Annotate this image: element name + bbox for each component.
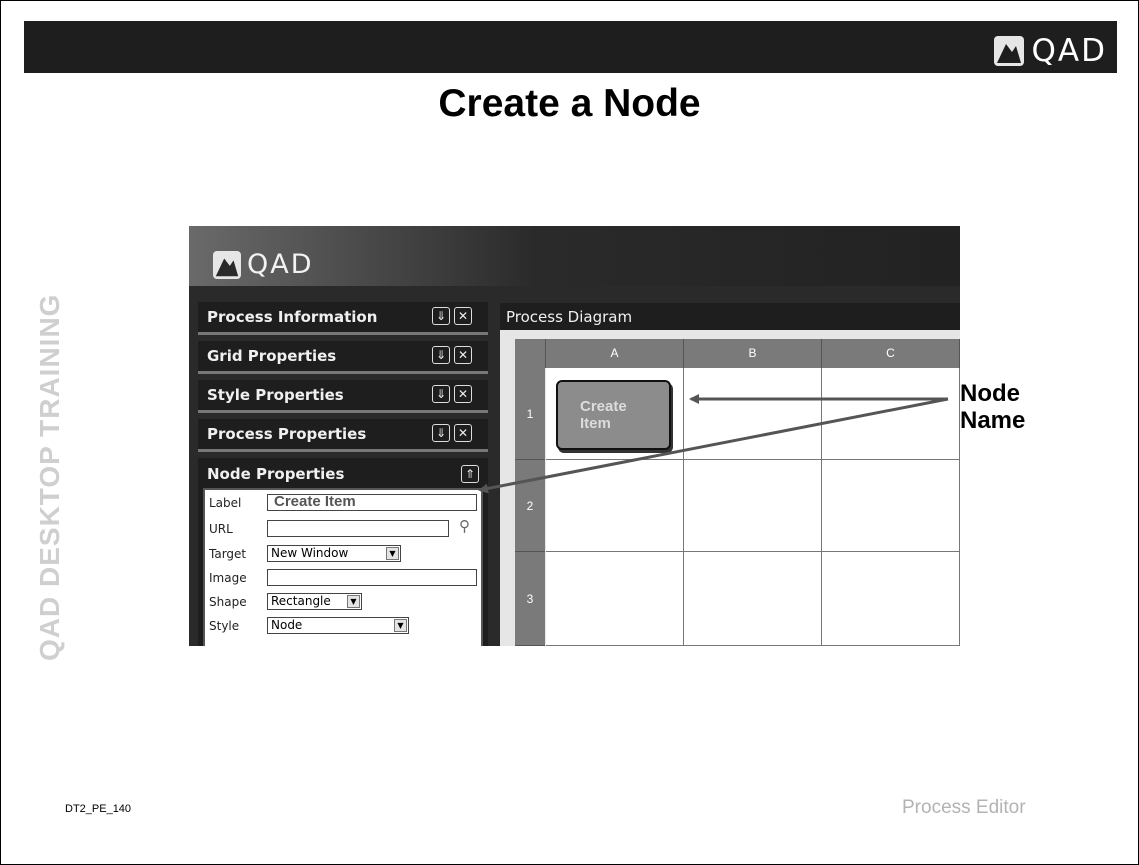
callout-arrows <box>478 394 949 494</box>
footer-section: Process Editor <box>902 797 1026 818</box>
footer-code: DT2_PE_140 <box>65 803 132 815</box>
arrow-to-label-field <box>478 397 949 494</box>
